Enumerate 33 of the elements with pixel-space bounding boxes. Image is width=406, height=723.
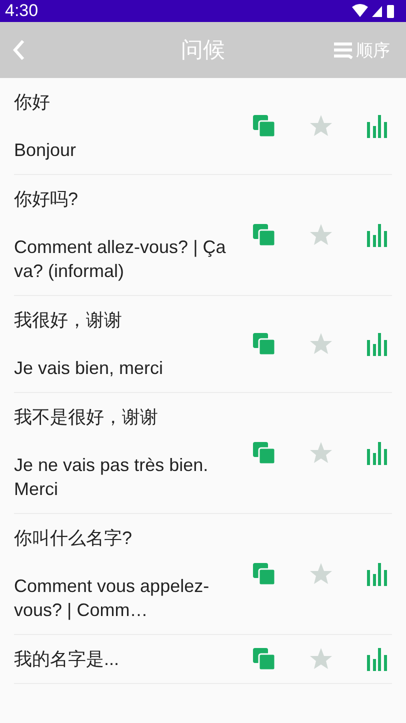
bar-chart-icon[interactable] [366,223,388,247]
french-translation: Comment vous appelez-vous? | Comm… [14,575,210,622]
star-icon[interactable] [309,562,333,586]
bar-chart-icon[interactable] [366,647,388,671]
chinese-phrase: 你好吗? [14,188,80,211]
star-icon[interactable] [309,223,333,247]
copy-icon[interactable] [252,562,276,586]
star-icon[interactable] [309,647,333,671]
bar-chart-icon[interactable] [366,562,388,586]
copy-icon[interactable] [252,223,276,247]
bar-chart-icon[interactable] [366,332,388,356]
sort-icon [333,41,355,59]
french-translation: Bonjour [14,139,78,162]
star-icon[interactable] [309,441,333,465]
bar-chart-icon[interactable] [366,114,388,138]
copy-icon[interactable] [252,441,276,465]
star-icon[interactable] [309,332,333,356]
bar-chart-icon[interactable] [366,441,388,465]
chinese-phrase: 我不是很好，谢谢 [14,406,159,429]
chinese-phrase: 我的名字是... [14,648,120,671]
chinese-phrase: 你叫什么名字? [14,527,134,550]
status-time: 4:30 [5,1,38,21]
system-status-icons [352,3,396,19]
copy-icon[interactable] [252,114,276,138]
star-icon[interactable] [309,114,333,138]
french-translation: Je vais bien, merci [14,357,164,380]
french-translation: Comment allez-vous? | Ça va? (informal) [14,236,226,283]
french-translation: Je ne vais pas très bien. Merci [14,454,210,501]
copy-icon[interactable] [252,332,276,356]
chinese-phrase: 你好 [14,91,51,114]
chinese-phrase: 我很好，谢谢 [14,309,123,332]
copy-icon[interactable] [252,647,276,671]
back-icon[interactable] [12,39,26,61]
